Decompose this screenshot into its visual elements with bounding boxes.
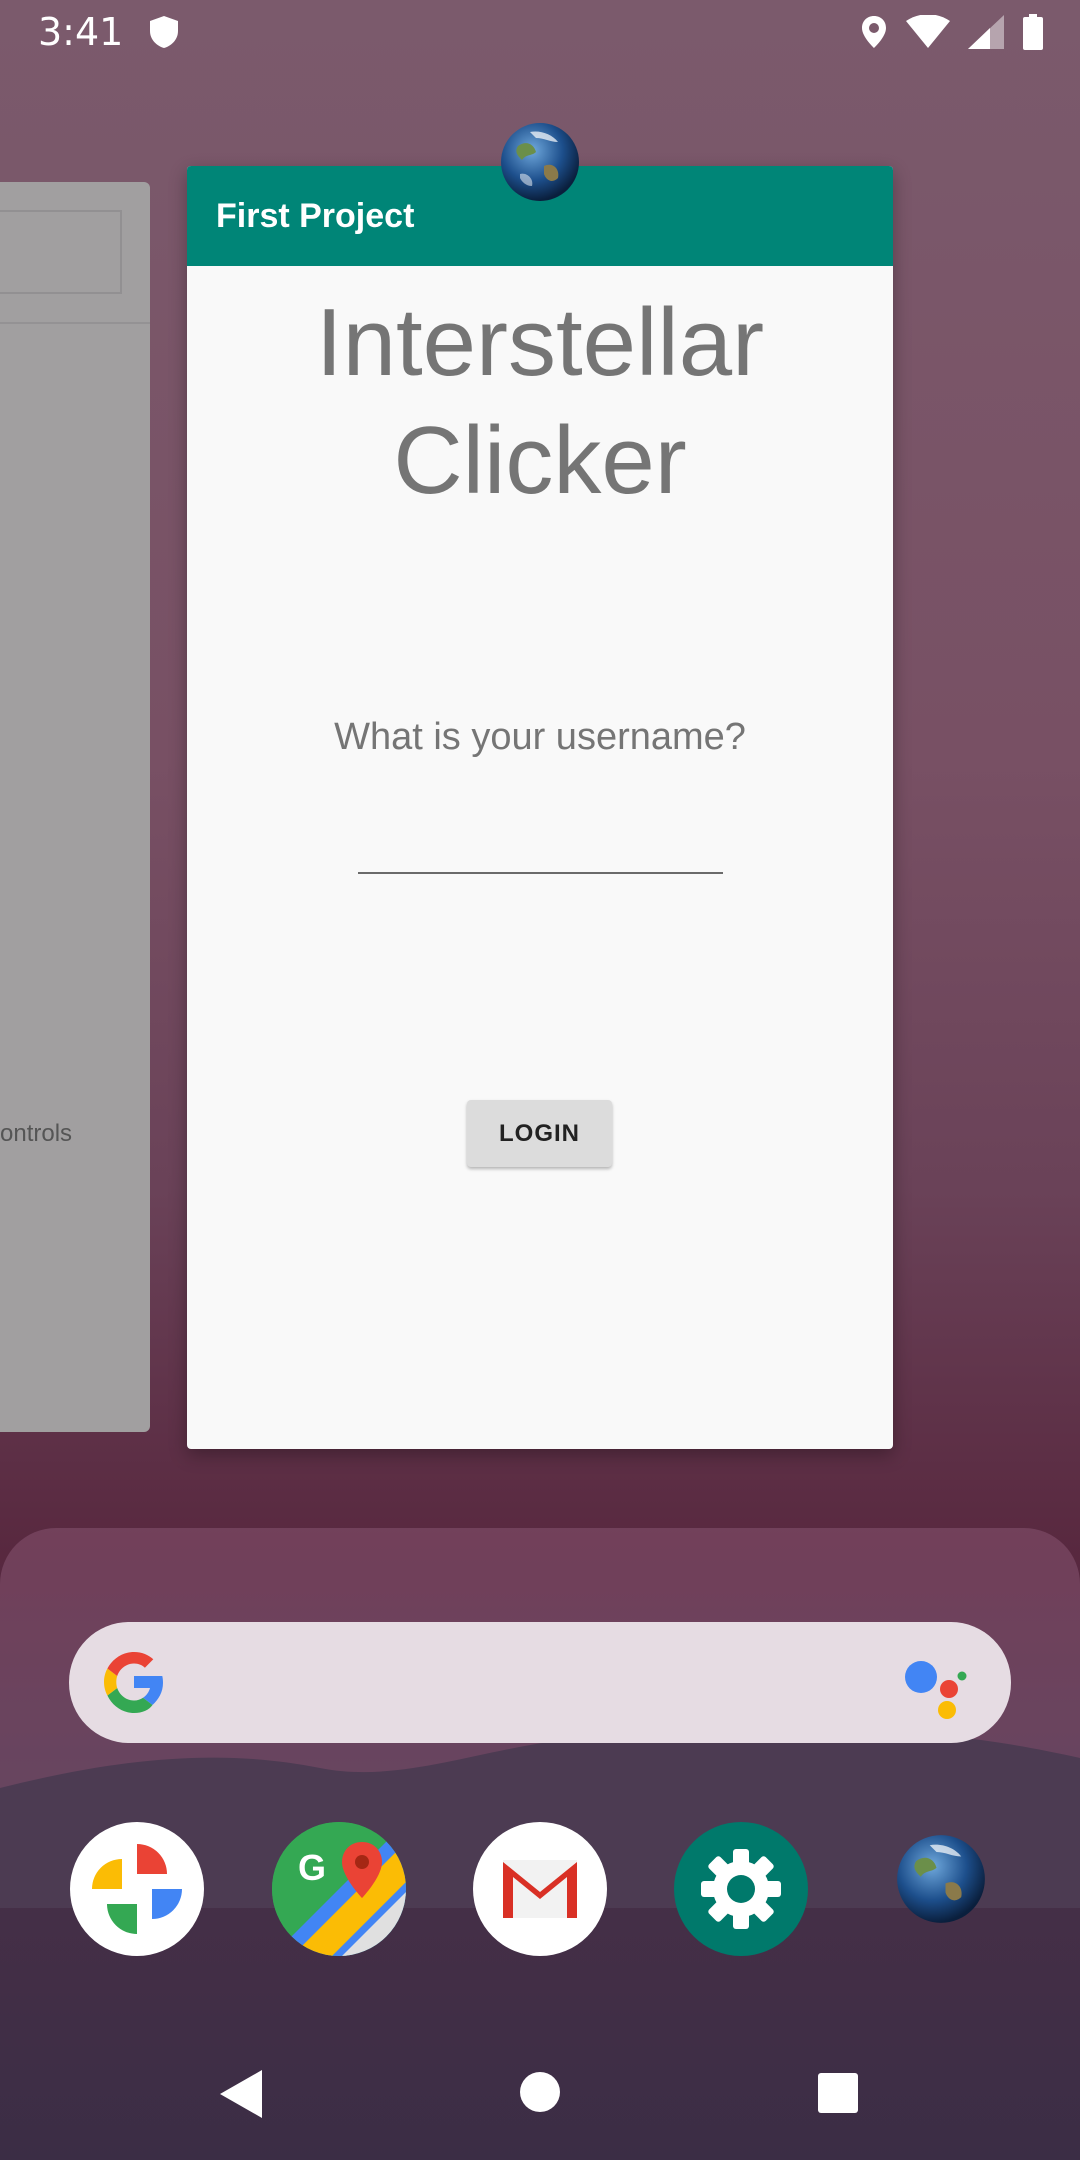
dock-apps: G xyxy=(0,1822,1080,1962)
battery-icon xyxy=(1022,14,1044,55)
login-button[interactable]: LOGIN xyxy=(467,1100,612,1167)
status-bar: 3:41 xyxy=(0,0,1080,66)
gmail-app-icon[interactable] xyxy=(473,1822,607,1956)
shield-icon xyxy=(148,14,180,55)
first-project-app-icon[interactable] xyxy=(896,1834,986,1924)
earth-app-icon[interactable] xyxy=(500,122,580,202)
navigation-bar xyxy=(0,2040,1080,2150)
google-search-bar[interactable] xyxy=(69,1622,1011,1743)
previous-app-card[interactable]: ontrols xyxy=(0,182,150,1432)
svg-text:G: G xyxy=(298,1847,326,1888)
back-icon[interactable] xyxy=(218,2070,262,2123)
username-input[interactable] xyxy=(358,872,723,874)
recent-app-card[interactable]: First Project Interstellar Clicker What … xyxy=(187,166,893,1449)
status-time: 3:41 xyxy=(38,10,124,54)
ghost-field xyxy=(0,210,122,294)
ghost-divider xyxy=(0,322,150,324)
location-icon xyxy=(860,14,888,55)
wifi-icon xyxy=(906,14,950,54)
signal-icon xyxy=(968,15,1004,54)
ghost-text: ontrols xyxy=(0,1120,73,1147)
home-icon[interactable] xyxy=(520,2072,560,2112)
game-heading: Interstellar Clicker xyxy=(315,289,765,514)
assistant-mic-icon[interactable] xyxy=(905,1660,967,1725)
app-title: First Project xyxy=(216,196,415,235)
maps-app-icon[interactable]: G xyxy=(272,1822,406,1956)
photos-app-icon[interactable] xyxy=(70,1822,204,1956)
google-g-icon xyxy=(101,1649,167,1720)
settings-app-icon[interactable] xyxy=(674,1822,808,1956)
overview-icon[interactable] xyxy=(818,2073,858,2113)
username-prompt: What is your username? xyxy=(334,716,746,758)
